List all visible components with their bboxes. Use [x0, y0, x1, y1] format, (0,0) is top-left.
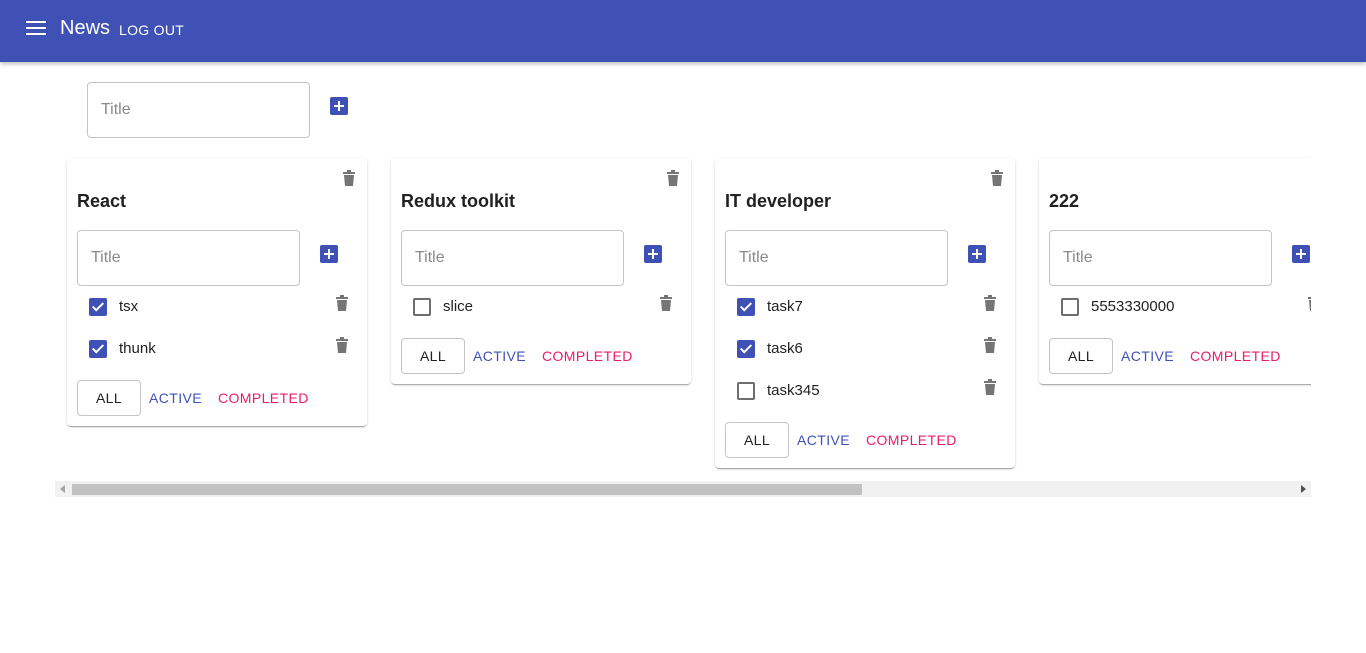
task-label: tsx [119, 298, 139, 315]
filter-active-button[interactable]: ACTIVE [797, 432, 850, 448]
app-title: News [60, 17, 111, 39]
list-title: React [77, 191, 127, 211]
delete-icon[interactable] [984, 295, 996, 311]
task-label: task6 [767, 340, 803, 357]
logout-button[interactable]: LOG OUT [119, 22, 184, 38]
task-checkbox[interactable] [737, 298, 755, 316]
lists-board: React tsx thunk ALL ACTIVE COMPLETED [55, 155, 1311, 475]
task-label: task345 [767, 382, 820, 399]
task-title-field[interactable] [1049, 230, 1272, 286]
new-list-title-input[interactable] [88, 83, 309, 137]
task-title-input[interactable] [726, 231, 947, 285]
app-bar: News LOG OUT [0, 0, 1366, 62]
filter-completed-button[interactable]: COMPLETED [1190, 348, 1281, 364]
task-item: task345 [715, 370, 1015, 412]
task-label: task7 [767, 298, 803, 315]
filter-all-button[interactable]: ALL [77, 380, 141, 416]
task-item: 5553330000 [1039, 286, 1311, 328]
delete-icon[interactable] [667, 170, 679, 186]
task-checkbox[interactable] [413, 298, 431, 316]
todo-list-card: Redux toolkit slice ALL ACTIVE COMPLETED [391, 158, 691, 384]
delete-icon[interactable] [343, 170, 355, 186]
list-title: IT developer [725, 191, 832, 211]
task-label: slice [443, 298, 474, 315]
task-checkbox[interactable] [1061, 298, 1079, 316]
task-title-input[interactable] [1050, 231, 1271, 285]
delete-icon[interactable] [660, 295, 672, 311]
horizontal-scrollbar[interactable] [55, 481, 1311, 497]
menu-icon[interactable] [26, 21, 46, 37]
task-label: thunk [119, 340, 156, 357]
task-item: slice [391, 286, 691, 328]
filter-all-button[interactable]: ALL [725, 422, 789, 458]
scroll-left-icon[interactable] [60, 485, 65, 493]
add-task-button[interactable] [968, 245, 986, 263]
delete-icon[interactable] [336, 295, 348, 311]
task-checkbox[interactable] [737, 340, 755, 358]
task-label: 5553330000 [1091, 298, 1175, 315]
filter-active-button[interactable]: ACTIVE [149, 390, 202, 406]
todo-list-card: IT developer task7 task6 task345 [715, 158, 1015, 468]
task-checkbox[interactable] [737, 382, 755, 400]
task-title-field[interactable] [725, 230, 948, 286]
filter-active-button[interactable]: ACTIVE [1121, 348, 1174, 364]
add-task-button[interactable] [1292, 245, 1310, 263]
filter-active-button[interactable]: ACTIVE [473, 348, 526, 364]
task-title-input[interactable] [78, 231, 299, 285]
list-title: Redux toolkit [401, 191, 516, 211]
add-task-button[interactable] [320, 245, 338, 263]
filter-completed-button[interactable]: COMPLETED [218, 390, 309, 406]
scrollbar-thumb[interactable] [72, 484, 862, 495]
task-title-field[interactable] [401, 230, 624, 286]
task-item: task6 [715, 328, 1015, 370]
task-title-input[interactable] [402, 231, 623, 285]
todo-list-card: React tsx thunk ALL ACTIVE COMPLETED [67, 158, 367, 426]
task-checkbox[interactable] [89, 340, 107, 358]
task-item: thunk [67, 328, 367, 370]
delete-icon[interactable] [984, 337, 996, 353]
scroll-right-icon[interactable] [1301, 485, 1306, 493]
new-list-title-field[interactable] [87, 82, 310, 138]
filter-completed-button[interactable]: COMPLETED [866, 432, 957, 448]
add-task-button[interactable] [644, 245, 662, 263]
todo-list-card: 222 5553330000 ALL ACTIVE COMPLETED [1039, 158, 1311, 384]
filter-all-button[interactable]: ALL [401, 338, 465, 374]
task-item: task7 [715, 286, 1015, 328]
add-list-button[interactable] [330, 97, 348, 115]
delete-icon[interactable] [1308, 295, 1311, 311]
filter-all-button[interactable]: ALL [1049, 338, 1113, 374]
delete-icon[interactable] [991, 170, 1003, 186]
task-item: tsx [67, 286, 367, 328]
task-title-field[interactable] [77, 230, 300, 286]
delete-icon[interactable] [336, 337, 348, 353]
filter-completed-button[interactable]: COMPLETED [542, 348, 633, 364]
task-checkbox[interactable] [89, 298, 107, 316]
delete-icon[interactable] [984, 379, 996, 395]
list-title: 222 [1049, 191, 1080, 211]
